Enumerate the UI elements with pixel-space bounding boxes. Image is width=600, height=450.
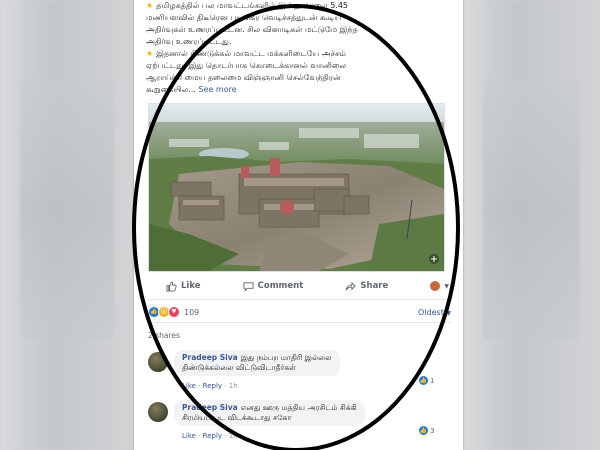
shares-count[interactable]: 2 shares	[148, 331, 180, 340]
share-button-label: Share	[360, 281, 389, 291]
post-text-line: ★ இதனால் திண்டுக்கல் மாவட்ட மக்களிடையே அச…	[146, 49, 346, 58]
chevron-down-icon: ▼	[444, 282, 449, 290]
reactions-bar[interactable]: 👍 😮 ♥ 109 Oldest ▼	[148, 305, 451, 319]
like-button[interactable]: Like	[148, 280, 219, 292]
comment-icon	[243, 281, 254, 292]
comment-text: எனது ஊரு மத்திய அரசிடம் சிக்கி	[240, 403, 357, 412]
comment-reply-link[interactable]: Reply	[203, 432, 222, 440]
divider	[148, 299, 451, 300]
love-reaction-icon: ♥	[168, 306, 180, 318]
comment-like-link[interactable]: Like	[182, 432, 196, 440]
post-text-line: ஆராய்ச்சி மைய தலைமை விஞ்ஞானி செல்வேந்திர…	[146, 73, 341, 82]
chevron-down-icon: ▼	[446, 309, 451, 317]
comment-button-label: Comment	[257, 281, 304, 291]
comment-timestamp[interactable]: 1h	[229, 432, 238, 440]
comment-bubble: Pradeep Siva எனது ஊரு மத்திய அரசிடம் சிக்…	[174, 400, 365, 426]
commenter-name[interactable]: Pradeep Siva	[182, 403, 238, 412]
comment-like-count: 👍 3	[419, 426, 435, 435]
background-left-blur	[0, 0, 134, 450]
background-right-blur	[463, 0, 600, 450]
post-actions-bar: Like Comment Share ▼	[148, 276, 451, 296]
profile-avatar-icon	[430, 281, 441, 291]
share-button[interactable]: Share	[327, 281, 406, 292]
fort-aerial-photo-image	[149, 104, 444, 271]
post-text-line: அதிர்வுகள் உணரப்பட்டன. சில வினாடிகள் மட்…	[146, 25, 358, 34]
share-arrow-icon	[345, 281, 357, 290]
comment-meta: Like · Reply · 1h	[182, 382, 238, 390]
thumbs-up-icon	[166, 280, 177, 292]
commenter-avatar[interactable]	[148, 402, 168, 422]
divider	[148, 322, 451, 323]
reaction-count: 109	[184, 307, 200, 317]
comment-meta: Like · Reply · 1h	[182, 432, 238, 440]
comment-like-count: 👍 1	[419, 376, 435, 385]
post-text-line: ஏற்பட்டது. இது தொடர்பாக கொடைக்கானல் வானி…	[146, 61, 347, 70]
audience-selector[interactable]: ▼	[412, 281, 451, 291]
comment-item: Pradeep Siva இது நம்பற மாதிரி இல்லை திண்ட…	[148, 350, 451, 392]
comment-timestamp[interactable]: 1h	[229, 382, 238, 390]
like-button-label: Like	[181, 281, 201, 291]
post-text-line: ★ தமிழகத்தில் பல மாவட்டங்களில் இன்று மாலை…	[146, 1, 349, 10]
post-text-line: மணியளவில் திடீரென பயங்கர வெடிச்சத்துடன் …	[146, 13, 342, 22]
comment-reply-link[interactable]: Reply	[203, 382, 222, 390]
see-more-link[interactable]: See more	[198, 85, 236, 94]
comment-text: திண்டுக்கல்லை விட்டுவிடாதீர்கள்	[182, 363, 296, 372]
comment-text: சிரமியப் பட விடக்கூடாது சகோ	[182, 413, 292, 422]
post-text: ★ தமிழகத்தில் பல மாவட்டங்களில் இன்று மாலை…	[146, 0, 454, 96]
comment-button[interactable]: Comment	[225, 281, 322, 292]
commenter-avatar[interactable]	[148, 352, 168, 372]
facebook-post-card: ★ தமிழகத்தில் பல மாவட்டங்களில் இன்று மாலை…	[134, 0, 463, 450]
post-photo-fort-aerial[interactable]	[148, 103, 445, 272]
star-emoji-icon: ★	[146, 1, 154, 10]
comment-sort-dropdown[interactable]: Oldest ▼	[418, 308, 451, 317]
post-text-line: அதிர்வு உணரப்பட்டது.	[146, 37, 232, 46]
comment-text: இது நம்பற மாதிரி இல்லை	[240, 353, 332, 362]
commenter-name[interactable]: Pradeep Siva	[182, 353, 238, 362]
comment-like-link[interactable]: Like	[182, 382, 196, 390]
comment-item: Pradeep Siva எனது ஊரு மத்திய அரசிடம் சிக்…	[148, 400, 451, 446]
comment-bubble: Pradeep Siva இது நம்பற மாதிரி இல்லை திண்ட…	[174, 350, 340, 376]
post-text-line: கூறுகையில... See more	[146, 85, 237, 94]
star-emoji-icon: ★	[146, 49, 154, 58]
like-reaction-icon: 👍	[419, 426, 428, 435]
like-reaction-icon: 👍	[419, 376, 428, 385]
